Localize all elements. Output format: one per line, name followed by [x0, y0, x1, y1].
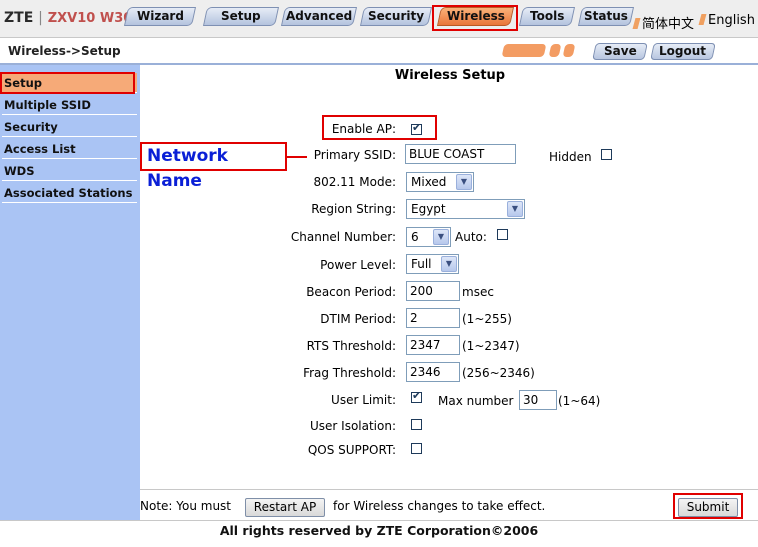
- lang-marker-icon: [698, 14, 707, 25]
- sidebar-item-security[interactable]: Security: [2, 117, 137, 137]
- nav-tab-label: Status: [584, 9, 628, 23]
- restart-ap-button[interactable]: Restart AP: [245, 498, 325, 517]
- enable-ap-checkbox[interactable]: [411, 121, 422, 135]
- region-value: Egypt: [411, 202, 446, 216]
- frag-label: Frag Threshold:: [303, 366, 396, 380]
- lang-label: English: [708, 13, 755, 28]
- chevron-down-icon: ▼: [441, 256, 457, 272]
- lang-label: 简体中文: [642, 17, 695, 32]
- annotation-connector: [287, 156, 307, 158]
- rts-input[interactable]: 2347: [406, 335, 460, 355]
- channel-label: Channel Number:: [290, 230, 396, 244]
- qos-label: QOS SUPPORT:: [307, 443, 396, 457]
- auto-channel-checkbox[interactable]: [497, 229, 508, 240]
- beacon-unit: msec: [462, 285, 494, 299]
- hidden-checkbox[interactable]: [601, 149, 612, 160]
- channel-value: 6: [411, 230, 419, 244]
- nav-tab-label: Tools: [529, 9, 565, 23]
- beacon-label: Beacon Period:: [306, 285, 396, 299]
- page-title: Wireless Setup: [394, 68, 506, 83]
- max-number-range: (1~64): [558, 394, 601, 408]
- chevron-down-icon: ▼: [456, 174, 472, 190]
- user-limit-checkbox[interactable]: [411, 389, 422, 403]
- enable-ap-label: Enable AP:: [331, 122, 396, 136]
- user-limit-label: User Limit:: [331, 393, 396, 407]
- lang-english-link[interactable]: English: [698, 13, 755, 28]
- mode-value: Mixed: [411, 175, 447, 189]
- channel-select[interactable]: 6 ▼: [406, 227, 451, 247]
- sidebar-item-associated-stations[interactable]: Associated Stations: [2, 183, 137, 203]
- lang-chinese-link[interactable]: 简体中文: [632, 13, 695, 32]
- hidden-label: Hidden: [549, 150, 592, 164]
- nav-tab-setup[interactable]: Setup: [202, 7, 280, 26]
- logout-button[interactable]: Logout: [650, 43, 716, 60]
- power-label: Power Level:: [320, 258, 396, 272]
- nav-tab-wireless[interactable]: Wireless: [436, 7, 515, 26]
- sidebar-item-access-list[interactable]: Access List: [2, 139, 137, 159]
- power-select[interactable]: Full ▼: [406, 254, 459, 274]
- decor-pill: [548, 44, 562, 57]
- mode-select[interactable]: Mixed ▼: [406, 172, 474, 192]
- power-value: Full: [411, 257, 432, 271]
- nav-tab-label: Advanced: [285, 9, 353, 23]
- nav-tab-advanced[interactable]: Advanced: [280, 7, 358, 26]
- sidebar-item-setup[interactable]: Setup: [2, 73, 137, 93]
- chevron-down-icon: ▼: [507, 201, 523, 217]
- max-number-label: Max number: [438, 394, 514, 408]
- primary-ssid-input[interactable]: BLUE COAST: [405, 144, 516, 164]
- submit-button[interactable]: Submit: [678, 498, 738, 517]
- copyright-text: All rights reserved by ZTE Corporation©2…: [219, 523, 539, 538]
- network-name-annotation: Network Name: [140, 142, 287, 191]
- save-label: Save: [603, 44, 637, 58]
- nav-tab-label: Security: [367, 9, 425, 23]
- frag-input[interactable]: 2346: [406, 362, 460, 382]
- sidebar-item-wds[interactable]: WDS: [2, 161, 137, 181]
- brand-logo: ZTE | ZXV10 W300: [4, 10, 142, 26]
- nav-tab-label: Wireless: [446, 9, 505, 23]
- user-isolation-label: User Isolation:: [309, 419, 396, 433]
- region-label: Region String:: [311, 202, 396, 216]
- note-suffix: for Wireless changes to take effect.: [333, 499, 546, 513]
- sidebar-item-multiple-ssid[interactable]: Multiple SSID: [2, 95, 137, 115]
- rts-range: (1~2347): [462, 339, 520, 353]
- beacon-input[interactable]: 200: [406, 281, 460, 301]
- rts-label: RTS Threshold:: [306, 339, 396, 353]
- qos-checkbox[interactable]: [411, 443, 422, 454]
- frag-range: (256~2346): [462, 366, 535, 380]
- region-select[interactable]: Egypt ▼: [406, 199, 525, 219]
- nav-tab-status[interactable]: Status: [577, 7, 635, 26]
- max-number-input[interactable]: 30: [519, 390, 557, 410]
- nav-tab-tools[interactable]: Tools: [518, 7, 576, 26]
- brand-name: ZTE: [4, 10, 34, 26]
- nav-tab-label: Wizard: [136, 9, 184, 23]
- mode-label: 802.11 Mode:: [313, 175, 396, 189]
- auto-label: Auto:: [455, 230, 487, 244]
- nav-tab-wizard[interactable]: Wizard: [123, 7, 197, 26]
- decor-pill: [562, 44, 576, 57]
- lang-marker-icon: [632, 18, 641, 29]
- decor-pill: [501, 44, 547, 57]
- footer-divider: [0, 520, 758, 521]
- nav-tab-label: Setup: [221, 9, 261, 23]
- dtim-input[interactable]: 2: [406, 308, 460, 328]
- dtim-range: (1~255): [462, 312, 512, 326]
- save-button[interactable]: Save: [592, 43, 648, 60]
- nav-tab-security[interactable]: Security: [359, 7, 433, 26]
- dtim-label: DTIM Period:: [320, 312, 396, 326]
- note-prefix: Note: You must: [140, 499, 232, 513]
- chevron-down-icon: ▼: [433, 229, 449, 245]
- logout-label: Logout: [659, 44, 707, 58]
- primary-ssid-label: Primary SSID:: [313, 148, 396, 162]
- user-isolation-checkbox[interactable]: [411, 419, 422, 430]
- breadcrumb: Wireless->Setup: [8, 44, 121, 58]
